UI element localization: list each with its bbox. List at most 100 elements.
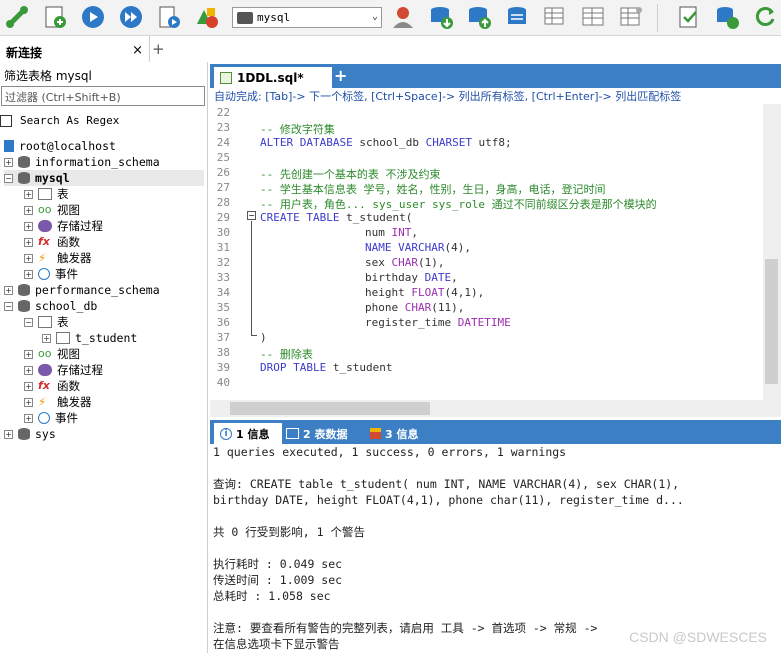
expand-icon[interactable]: + — [24, 413, 33, 423]
tree-item-t-student[interactable]: + t_student — [42, 330, 137, 346]
lightning-icon: ⚡ — [38, 251, 47, 265]
editor-tab-1ddl[interactable]: 1DDL.sql* — [214, 67, 332, 88]
tree-item-school-tables[interactable]: − 表 — [24, 314, 69, 330]
code-line-26: -- 先创建一个基本的表 不涉及约束 — [260, 168, 441, 181]
table-data-icon[interactable] — [618, 4, 644, 30]
expand-icon[interactable]: + — [24, 189, 33, 199]
line-number: 39 — [216, 361, 230, 374]
tree-item-information-schema[interactable]: + information_schema — [4, 154, 160, 170]
database-icon — [237, 11, 253, 24]
code-line-34: height FLOAT(4,1), — [365, 286, 485, 299]
tree-item-school-views[interactable]: + oo 视图 — [24, 346, 80, 362]
tree-item-views[interactable]: + oo 视图 — [24, 202, 80, 218]
tree-item-school-functions[interactable]: + fx 函数 — [24, 378, 80, 394]
tab-table-data[interactable]: 2 表数据 — [286, 423, 364, 444]
database-icon — [18, 284, 30, 296]
editor-vertical-scrollbar[interactable] — [763, 104, 781, 400]
result-query-line2: birthday DATE, height FLOAT(4,1), phone … — [213, 493, 684, 507]
tab-messages[interactable]: i 1 信息 — [214, 423, 282, 444]
check-query-icon[interactable] — [676, 4, 702, 30]
close-icon[interactable]: × — [132, 43, 143, 58]
add-connection-tab-button[interactable]: + — [152, 40, 165, 58]
line-number: 27 — [216, 181, 230, 194]
backup-icon[interactable] — [428, 4, 454, 30]
expand-icon[interactable]: + — [4, 285, 13, 295]
sync-database-icon[interactable] — [504, 4, 530, 30]
tree-item-school-db[interactable]: − school_db — [4, 298, 97, 314]
expand-icon[interactable]: + — [4, 157, 13, 167]
expand-icon[interactable]: + — [24, 381, 33, 391]
refresh-icon[interactable] — [752, 4, 778, 30]
database-icon — [18, 172, 30, 184]
result-affected: 共 0 行受到影响, 1 个警告 — [213, 525, 365, 539]
messages-panel: 1 queries executed, 1 success, 0 errors,… — [210, 444, 781, 653]
tree-item-sys[interactable]: + sys — [4, 426, 56, 442]
results-tab-bar: i 1 信息 2 表数据 3 信息 — [210, 420, 781, 444]
restore-icon[interactable] — [466, 4, 492, 30]
execute-query-icon[interactable] — [80, 4, 106, 30]
chevron-down-icon: ⌄ — [371, 11, 378, 22]
expand-icon[interactable]: + — [4, 429, 13, 439]
new-query-icon[interactable] — [42, 4, 68, 30]
tab-info[interactable]: 3 信息 — [370, 423, 432, 444]
tree-root[interactable]: root@localhost — [4, 138, 116, 154]
line-number: 28 — [216, 196, 230, 209]
table-schema-icon[interactable] — [580, 4, 606, 30]
tree-item-triggers[interactable]: + ⚡ 触发器 — [24, 250, 92, 266]
expand-icon[interactable]: + — [24, 269, 33, 279]
expand-icon[interactable]: + — [24, 349, 33, 359]
editor-tab-bar: 1DDL.sql* + — [210, 64, 781, 88]
tree-item-tables[interactable]: + 表 — [24, 186, 69, 202]
database-select[interactable]: mysql ⌄ — [232, 7, 382, 28]
tree-item-procedures[interactable]: + 存储过程 — [24, 218, 103, 234]
info-icon: i — [220, 427, 232, 440]
filter-input[interactable]: 过滤器 (Ctrl+Shift+B) — [1, 86, 205, 106]
tree-item-functions[interactable]: + fx 函数 — [24, 234, 80, 250]
expand-icon[interactable]: + — [24, 397, 33, 407]
execute-all-icon[interactable] — [118, 4, 144, 30]
code-line-27: -- 学生基本信息表 学号，姓名，性别，生日，身高，电话，登记时间 — [260, 183, 606, 196]
schema-designer-icon[interactable] — [194, 4, 220, 30]
search-as-regex[interactable]: Search As Regex — [0, 114, 119, 127]
line-number: 36 — [216, 316, 230, 329]
view-icon: oo — [38, 347, 52, 360]
sql-editor[interactable]: 22 23 24 25 26 27 28 29 30 31 32 33 34 3… — [210, 104, 763, 400]
tree-item-school-events[interactable]: + 事件 — [24, 410, 78, 426]
expand-icon[interactable]: + — [24, 221, 33, 231]
editor-horizontal-scrollbar[interactable] — [210, 400, 781, 417]
execute-file-icon[interactable] — [156, 4, 182, 30]
fold-icon[interactable]: − — [247, 211, 256, 220]
new-connection-icon[interactable] — [4, 4, 30, 30]
collapse-icon[interactable]: − — [4, 301, 13, 311]
tree-item-performance-schema[interactable]: + performance_schema — [4, 282, 160, 298]
view-icon: oo — [38, 203, 52, 216]
tree-item-school-procedures[interactable]: + 存储过程 — [24, 362, 103, 378]
scrollbar-thumb[interactable] — [230, 402, 430, 415]
tree-item-events[interactable]: + 事件 — [24, 266, 78, 282]
expand-icon[interactable]: + — [24, 365, 33, 375]
scrollbar-thumb[interactable] — [765, 259, 778, 384]
connection-tab[interactable]: 新连接 × — [0, 36, 150, 62]
expand-icon[interactable]: + — [24, 205, 33, 215]
line-number: 32 — [216, 256, 230, 269]
refresh-schema-icon[interactable] — [714, 4, 740, 30]
copy-table-icon[interactable] — [542, 4, 568, 30]
collapse-icon[interactable]: − — [4, 173, 13, 183]
user-manager-icon[interactable] — [390, 4, 416, 30]
tree-item-mysql[interactable]: − mysql — [4, 170, 204, 186]
expand-icon[interactable]: + — [24, 253, 33, 263]
regex-checkbox[interactable] — [0, 114, 12, 127]
sql-file-icon — [220, 71, 232, 84]
code-line-31: NAME VARCHAR(4), — [365, 241, 471, 254]
server-icon — [4, 140, 14, 152]
add-query-tab-button[interactable]: + — [334, 66, 347, 85]
clock-icon — [38, 268, 50, 280]
code-line-23: -- 修改字符集 — [260, 123, 335, 136]
expand-icon[interactable]: + — [24, 237, 33, 247]
expand-icon[interactable]: + — [42, 333, 51, 343]
collapse-icon[interactable]: − — [24, 317, 33, 327]
line-number: 34 — [216, 286, 230, 299]
info-icon — [370, 428, 381, 439]
lightning-icon: ⚡ — [38, 395, 47, 409]
tree-item-school-triggers[interactable]: + ⚡ 触发器 — [24, 394, 92, 410]
